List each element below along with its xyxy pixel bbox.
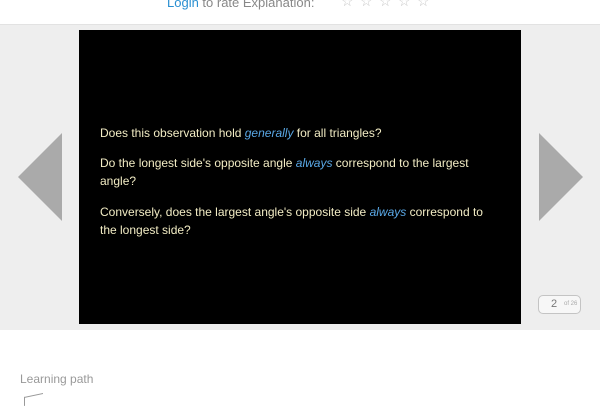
slide-question-2: Do the longest side's opposite angle alw… [100,154,500,190]
star-5-icon[interactable]: ☆ [417,0,436,10]
page-total: of 26 [564,301,578,307]
q2-emphasis: always [295,156,333,170]
login-link[interactable]: Login [167,0,199,10]
star-3-icon[interactable]: ☆ [379,0,398,10]
star-2-icon[interactable]: ☆ [360,0,379,10]
page-counter[interactable]: 2 of 26 [538,295,581,314]
q1-text-end: for all triangles? [293,126,382,140]
slide: Does this observation hold generally for… [79,30,521,324]
learning-path-label: Learning path [20,372,94,386]
slide-question-3: Conversely, does the largest angle's opp… [100,203,500,239]
rating-stars: ☆ ☆ ☆ ☆ ☆ [341,0,436,10]
q3-emphasis: always [369,205,407,219]
slideshow-stage: Does this observation hold generally for… [0,25,600,330]
star-1-icon[interactable]: ☆ [341,0,360,10]
q2-text-start: Do the longest side's opposite angle [100,156,296,170]
q1-emphasis: generally [244,126,294,140]
next-slide-arrow-icon[interactable] [539,133,583,221]
slide-question-1: Does this observation hold generally for… [100,124,500,142]
rate-line: Login to rate Explanation: [167,0,314,10]
q3-text-start: Conversely, does the largest angle's opp… [100,205,370,219]
rate-explanation-text: to rate Explanation: [198,0,315,10]
star-4-icon[interactable]: ☆ [398,0,417,10]
q1-text-start: Does this observation hold [100,126,245,140]
learning-path-icon [24,392,43,406]
previous-slide-arrow-icon[interactable] [18,133,62,221]
top-bar: Login to rate Explanation: ☆ ☆ ☆ ☆ ☆ [0,0,600,25]
page-current: 2 [551,298,558,310]
